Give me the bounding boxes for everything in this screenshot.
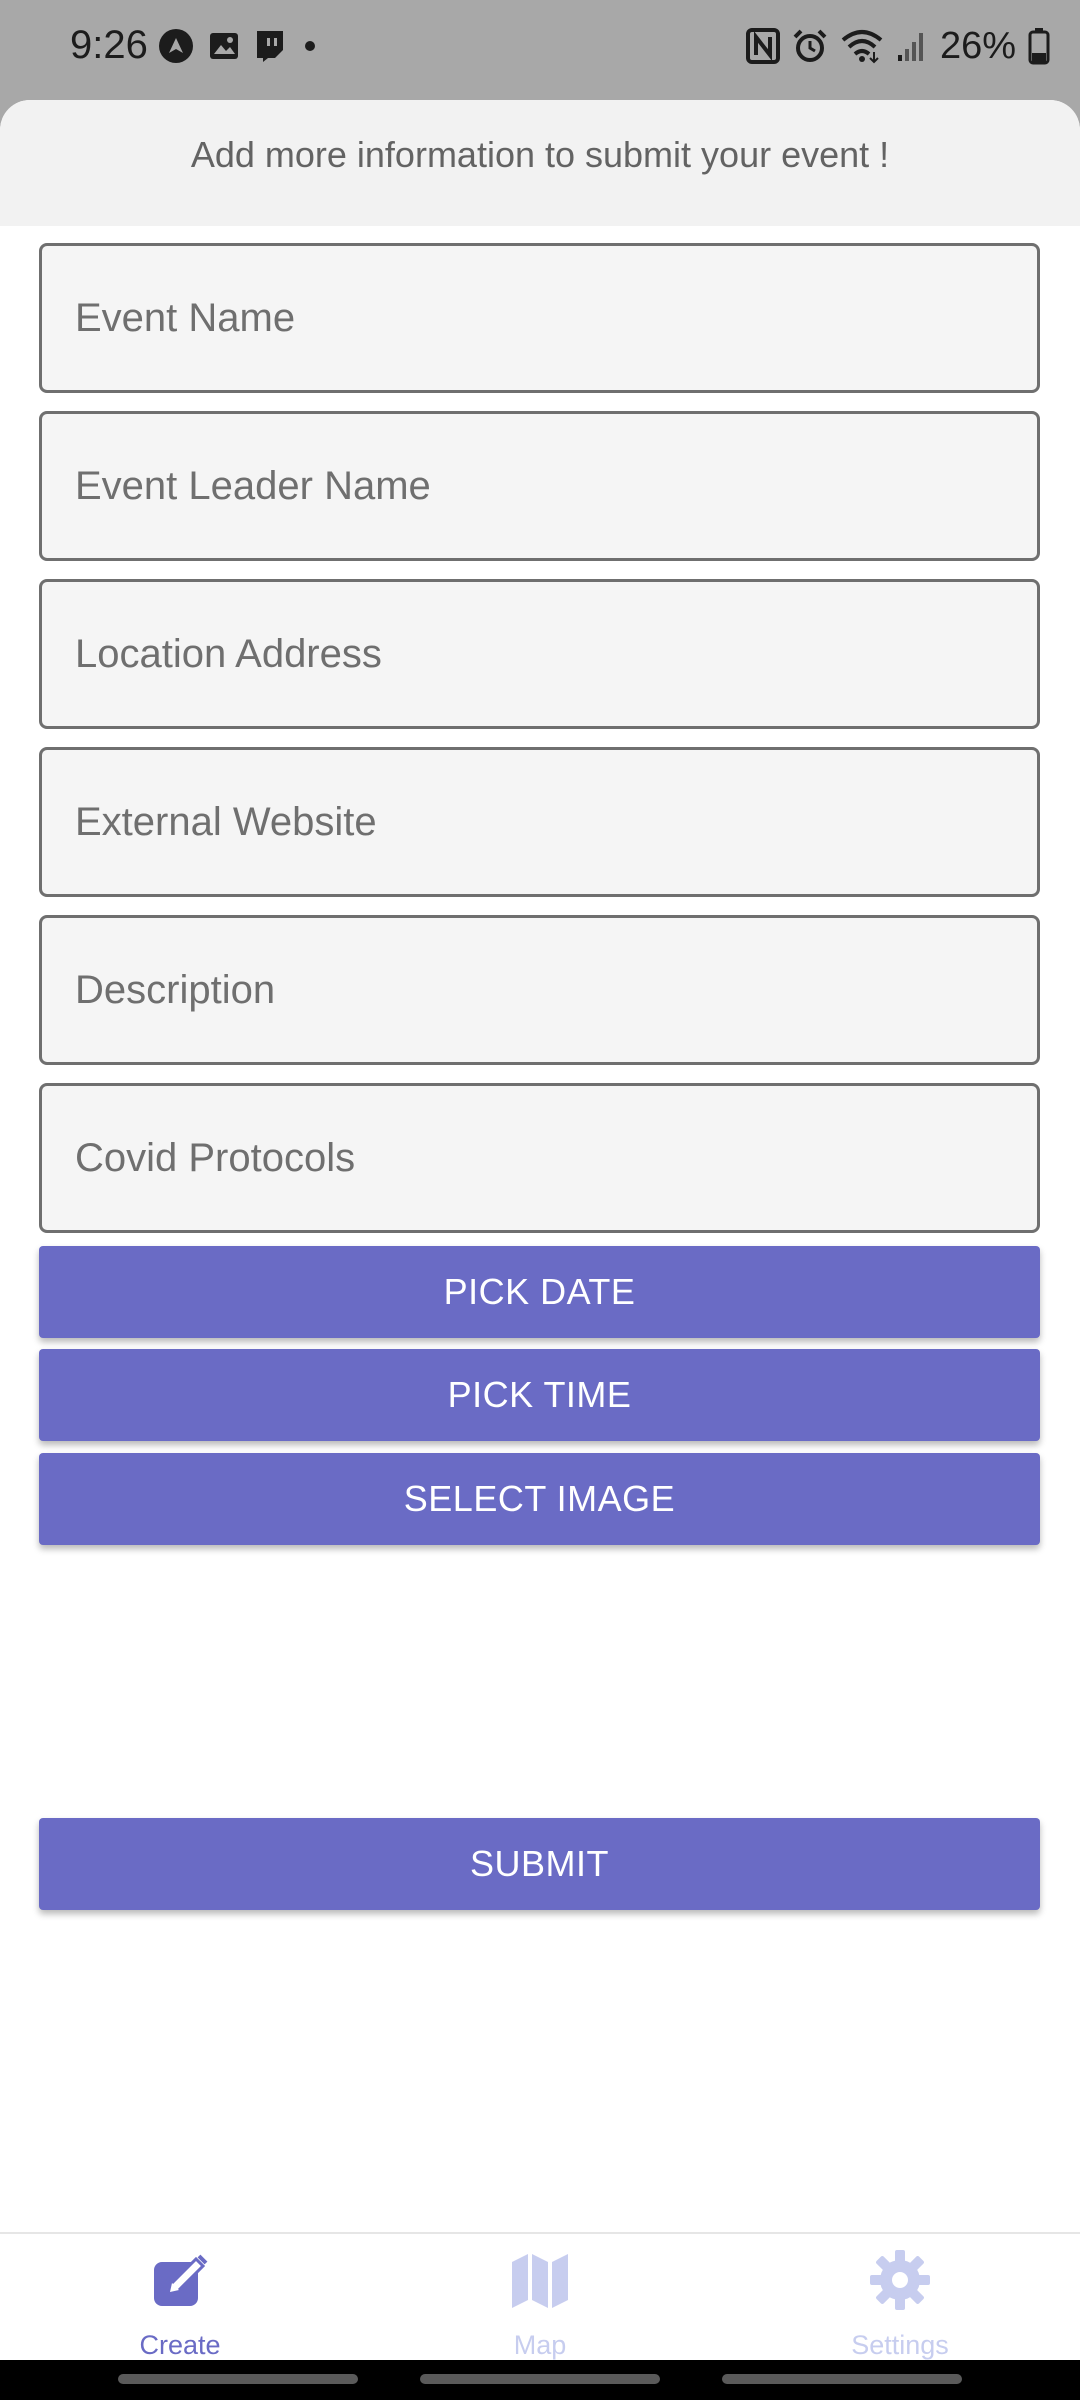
event-name-field[interactable]: [39, 243, 1040, 393]
notification-icons: [158, 26, 334, 66]
event-form-sheet: Add more information to submit your even…: [0, 100, 1080, 2400]
nfc-icon: [745, 28, 780, 64]
pick-date-button[interactable]: PICK DATE: [39, 1246, 1040, 1338]
external-website-input[interactable]: [42, 750, 1037, 894]
nav-recents-button[interactable]: [118, 2374, 358, 2384]
tab-settings[interactable]: Settings: [720, 2234, 1080, 2362]
covid-protocols-field[interactable]: [39, 1083, 1040, 1233]
status-bar: 9:26 26%: [0, 0, 1080, 100]
alarm-icon: [792, 28, 828, 64]
submit-button[interactable]: SUBMIT: [39, 1818, 1040, 1910]
map-icon: [360, 2248, 720, 2312]
image-icon: [208, 30, 240, 62]
pick-time-button[interactable]: PICK TIME: [39, 1349, 1040, 1441]
system-icons: 26%: [734, 22, 1050, 70]
location-address-field[interactable]: [39, 579, 1040, 729]
tab-create-label: Create: [139, 2330, 221, 2360]
event-leader-name-input[interactable]: [42, 414, 1037, 558]
tab-map[interactable]: Map: [360, 2234, 720, 2362]
navigation-icon: [158, 28, 194, 64]
covid-protocols-input[interactable]: [42, 1086, 1037, 1230]
event-name-input[interactable]: [42, 246, 1037, 390]
battery-percent: 26%: [939, 24, 1016, 67]
tab-settings-label: Settings: [851, 2330, 949, 2360]
nav-home-button[interactable]: [420, 2374, 660, 2384]
twitch-icon: [254, 29, 286, 63]
sheet-title: Add more information to submit your even…: [190, 134, 890, 175]
dot-icon: [300, 36, 320, 56]
status-time: 9:26: [70, 23, 148, 67]
battery-icon: [1028, 27, 1050, 65]
external-website-field[interactable]: [39, 747, 1040, 897]
sheet-header: Add more information to submit your even…: [0, 100, 1080, 226]
description-field[interactable]: [39, 915, 1040, 1065]
location-address-input[interactable]: [42, 582, 1037, 726]
gear-icon: [720, 2248, 1080, 2312]
wifi-icon: [840, 28, 884, 64]
nav-back-button[interactable]: [722, 2374, 962, 2384]
signal-icon: [896, 29, 928, 63]
tab-map-label: Map: [513, 2330, 567, 2360]
bottom-tab-bar: Create Map Settings: [0, 2232, 1080, 2360]
description-input[interactable]: [42, 918, 1037, 1062]
tab-create[interactable]: Create: [0, 2234, 360, 2362]
pencil-icon: [0, 2248, 360, 2312]
event-leader-name-field[interactable]: [39, 411, 1040, 561]
system-navigation-bar: [0, 2360, 1080, 2400]
select-image-button[interactable]: SELECT IMAGE: [39, 1453, 1040, 1545]
